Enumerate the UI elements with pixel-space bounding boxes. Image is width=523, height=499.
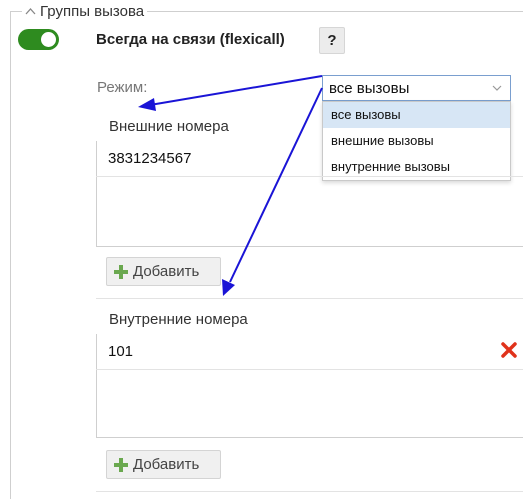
- call-groups-legend[interactable]: Группы вызова: [22, 2, 148, 20]
- divider: [96, 491, 523, 492]
- divider: [96, 298, 523, 299]
- plus-icon: [114, 264, 128, 279]
- toggle-knob: [41, 32, 56, 47]
- mode-select[interactable]: все вызовы: [322, 75, 511, 101]
- list-item: 101: [96, 334, 523, 370]
- external-number[interactable]: 3831234567: [108, 150, 191, 167]
- external-numbers-header: Внешние номера: [109, 118, 229, 135]
- flexicall-toggle[interactable]: [18, 29, 59, 50]
- add-external-button[interactable]: Добавить: [106, 257, 221, 286]
- feature-title: Всегда на связи (flexicall): [96, 31, 285, 48]
- mode-option-all[interactable]: все вызовы: [323, 102, 510, 128]
- add-external-label: Добавить: [133, 263, 200, 280]
- list-item: 3831234567: [96, 141, 523, 177]
- help-button[interactable]: ?: [319, 27, 345, 54]
- mode-select-value: все вызовы: [329, 80, 410, 97]
- close-icon[interactable]: [501, 342, 517, 358]
- add-internal-label: Добавить: [133, 456, 200, 473]
- internal-numbers-header: Внутренние номера: [109, 311, 248, 328]
- plus-icon: [114, 457, 128, 472]
- internal-number[interactable]: 101: [108, 343, 133, 360]
- add-internal-button[interactable]: Добавить: [106, 450, 221, 479]
- legend-label: Группы вызова: [40, 2, 145, 20]
- chevron-up-icon: [25, 7, 36, 14]
- mode-label: Режим:: [97, 79, 148, 96]
- chevron-down-icon: [492, 85, 502, 91]
